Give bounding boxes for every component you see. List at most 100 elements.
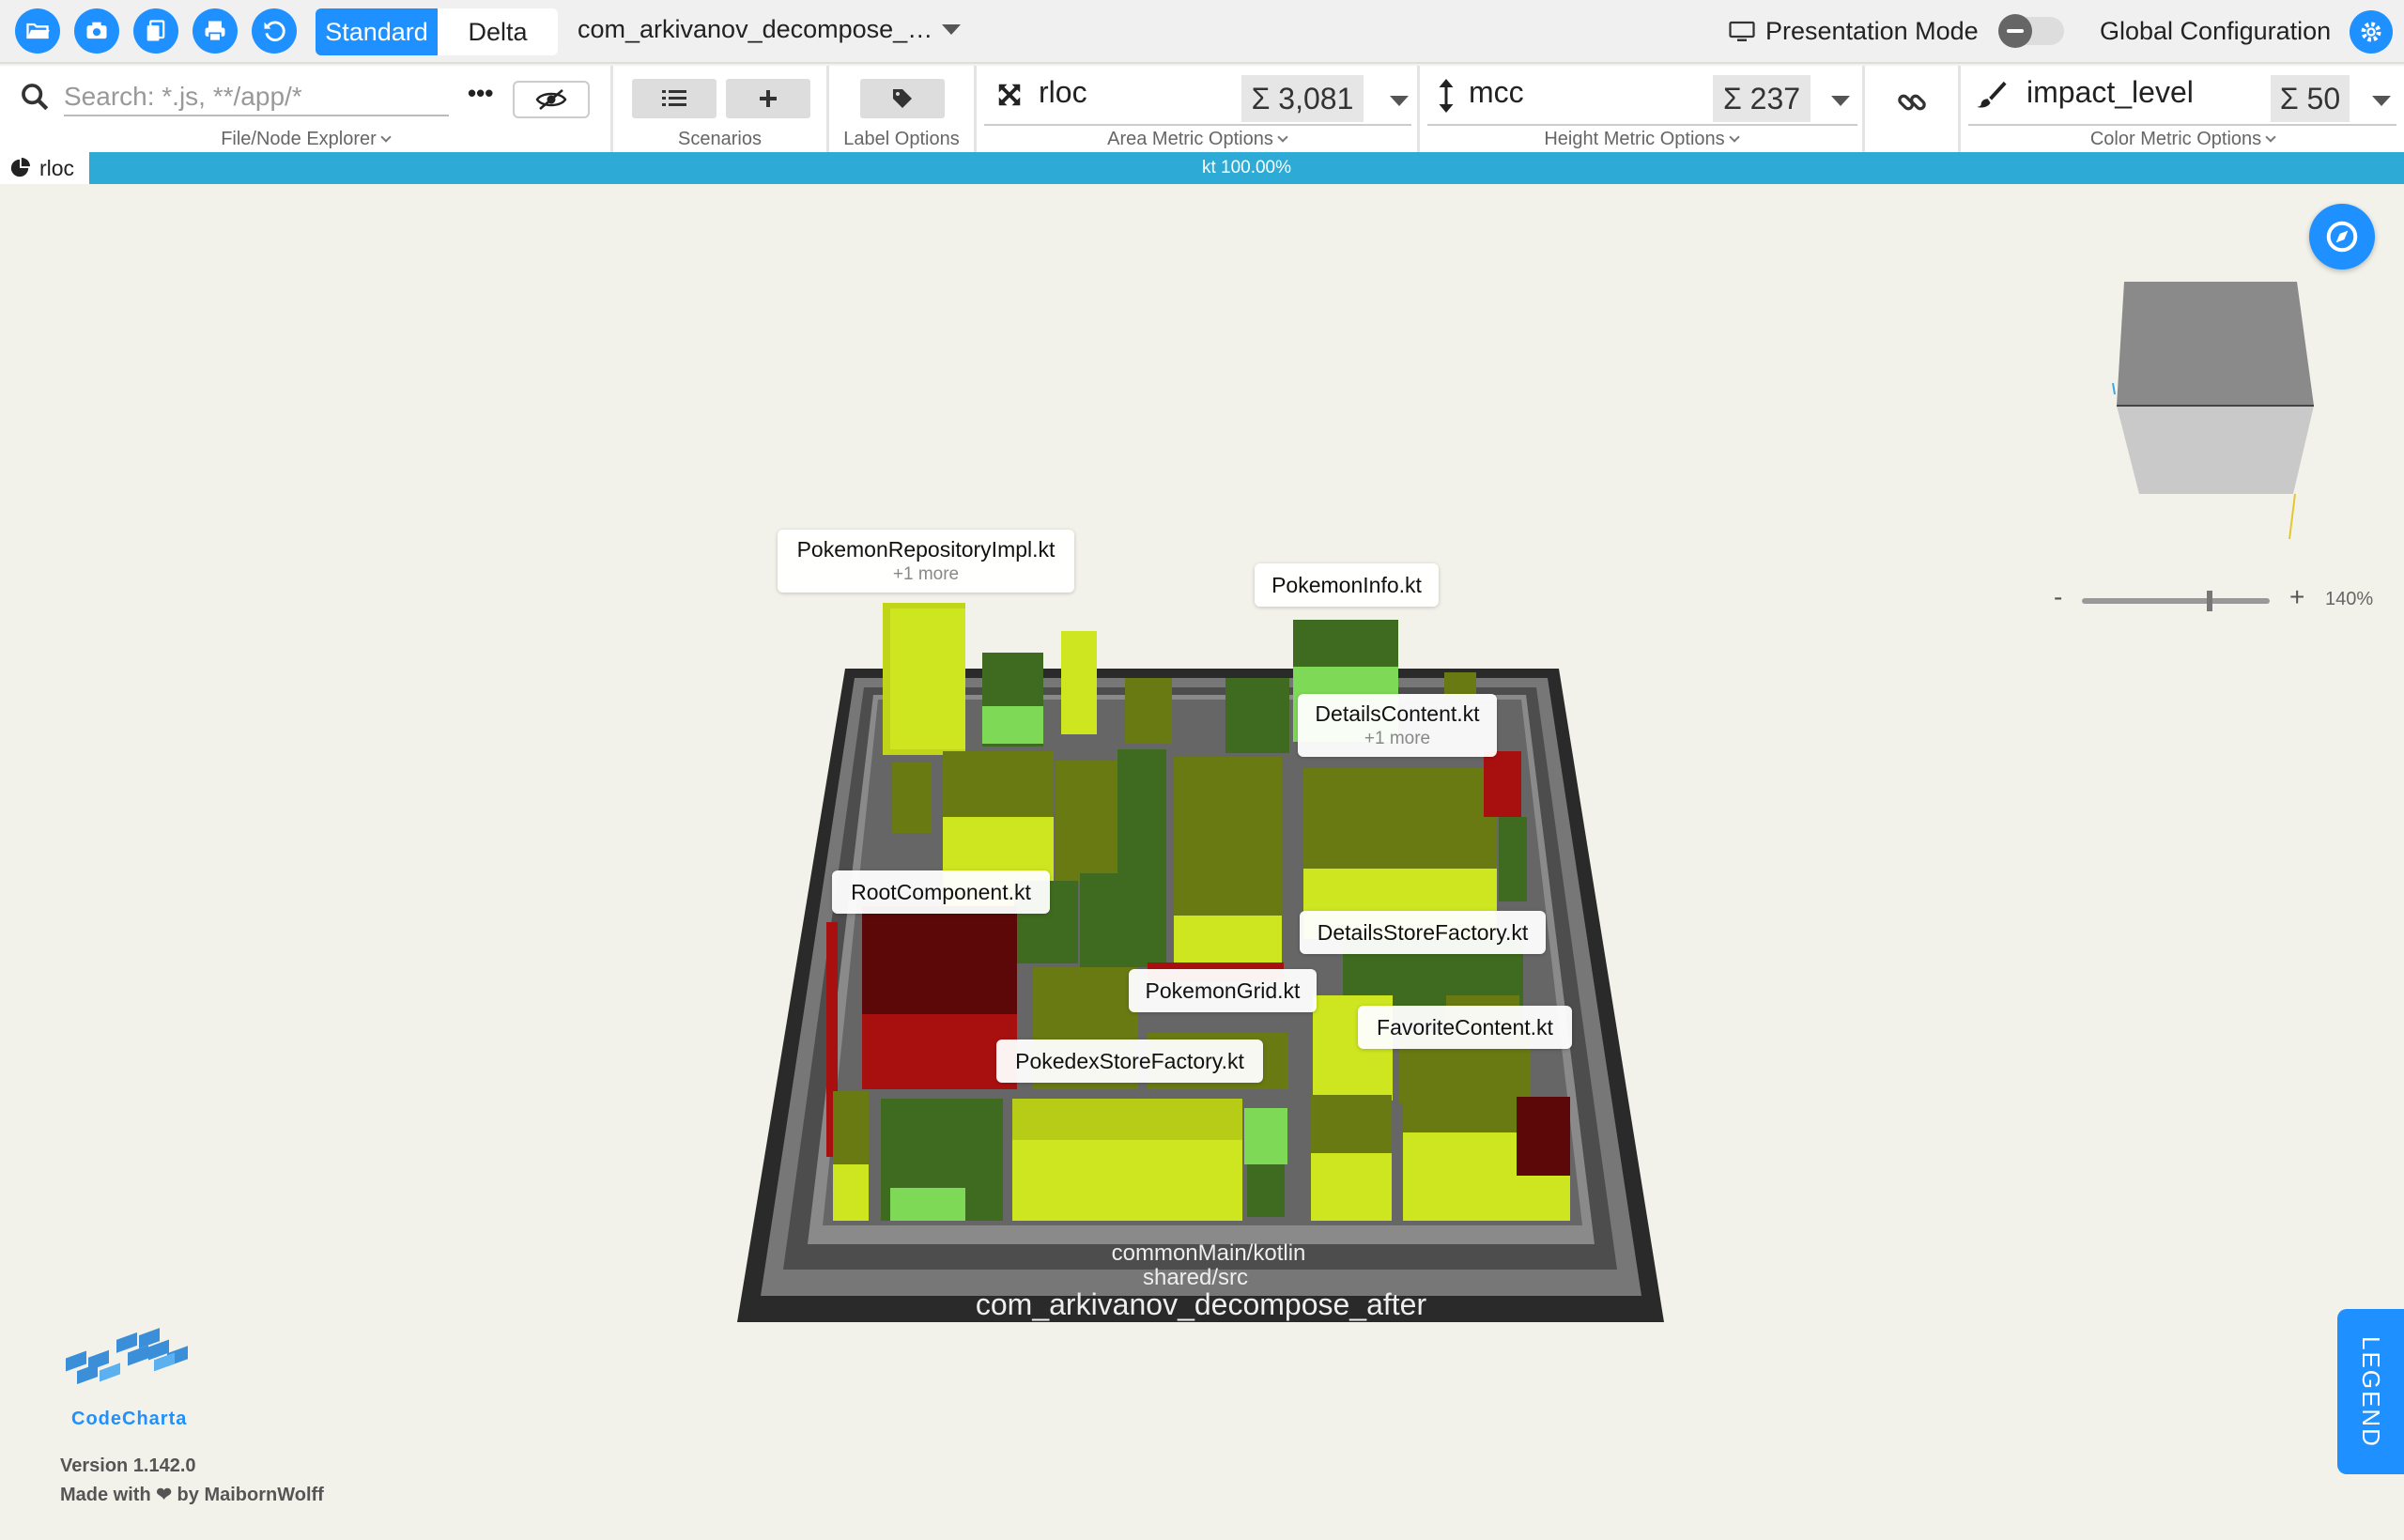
legend-tab[interactable]: LEGEND — [2337, 1309, 2404, 1474]
code-map-canvas: commonMain/kotlin shared/src com_arkivan… — [737, 282, 2314, 1322]
copy-icon[interactable] — [133, 8, 178, 54]
map-label-text: PokemonInfo.kt — [1271, 572, 1422, 597]
map-label-text: PokemonRepositoryImpl.kt — [796, 537, 1056, 562]
list-icon — [662, 90, 686, 106]
file-node-explorer-section: ••• File/Node Explorer — [0, 66, 613, 152]
area-metric-sum: Σ 3,081 — [1241, 75, 1364, 122]
standard-mode-button[interactable]: Standard — [316, 8, 438, 55]
search-input[interactable] — [64, 79, 449, 116]
color-metric-select[interactable]: impact_level — [2026, 75, 2194, 110]
chevron-down-icon — [942, 24, 962, 35]
scenarios-label: Scenarios — [678, 129, 762, 149]
color-metric-section: impact_level Σ 50 Color Metric Options — [1961, 66, 2404, 152]
file-explorer-toggle[interactable]: File/Node Explorer — [0, 129, 610, 150]
map-label-root-component[interactable]: RootComponent.kt — [832, 870, 1050, 914]
area-metric-dropdown-icon[interactable] — [1390, 96, 1409, 106]
map-label-text: RootComponent.kt — [851, 879, 1031, 904]
link-metrics-section — [1865, 66, 1961, 152]
more-options-icon[interactable]: ••• — [468, 79, 493, 108]
map-label-favorite-content[interactable]: FavoriteContent.kt — [1358, 1006, 1572, 1049]
map-label-text: PokedexStoreFactory.kt — [1015, 1048, 1244, 1073]
color-metric-options-label: Color Metric Options — [2089, 129, 2262, 149]
area-metric-options-toggle[interactable]: Area Metric Options — [977, 129, 1417, 150]
area-metric-options-label: Area Metric Options — [1107, 129, 1273, 149]
area-metric-section: rloc Σ 3,081 Area Metric Options — [977, 66, 1420, 152]
file-tab[interactable]: rloc — [0, 152, 89, 184]
map-label-text: FavoriteContent.kt — [1377, 1014, 1553, 1040]
map-label-text: DetailsStoreFactory.kt — [1317, 919, 1529, 945]
map-label-details-content[interactable]: DetailsContent.kt +1 more — [1298, 694, 1497, 757]
file-tab-label: rloc — [39, 155, 75, 180]
paint-brush-icon — [1977, 81, 2007, 108]
height-metric-section: mcc Σ 237 Height Metric Options — [1420, 66, 1865, 152]
delta-mode-button[interactable]: Delta — [438, 8, 558, 55]
building — [1061, 631, 1097, 734]
presentation-mode: Presentation Mode — [1728, 17, 1979, 46]
building — [883, 603, 965, 755]
camera-icon[interactable] — [74, 8, 119, 54]
file-selector[interactable]: com_arkivanov_decompose_… — [578, 15, 962, 44]
monitor-icon — [1729, 21, 1755, 41]
add-scenario-button[interactable] — [726, 79, 810, 118]
map-label-more: +1 more — [892, 564, 960, 584]
zoom-slider-thumb[interactable] — [2207, 591, 2212, 611]
file-extension-bar-text: kt 100.00% — [1201, 158, 1292, 177]
zoom-in-button[interactable]: + — [2289, 582, 2304, 612]
made-with-text: Made with ❤ by MaibornWolff — [60, 1485, 324, 1505]
pie-chart-icon — [10, 158, 30, 177]
label-options-section: Label Options — [829, 66, 977, 152]
presentation-mode-switch[interactable] — [1998, 14, 2064, 48]
height-metric-dropdown-icon[interactable] — [1831, 96, 1850, 106]
file-explorer-label: File/Node Explorer — [221, 129, 377, 149]
map-label-text: DetailsContent.kt — [1315, 701, 1480, 726]
hide-flattened-button[interactable] — [513, 81, 590, 118]
app-name: CodeCharta — [71, 1409, 188, 1429]
mode-toggle: Standard Delta — [316, 8, 558, 55]
map-label-details-store-factory[interactable]: DetailsStoreFactory.kt — [1300, 911, 1546, 954]
reset-camera-button[interactable] — [2309, 204, 2375, 270]
building — [982, 653, 1043, 747]
folder-label-root: com_arkivanov_decompose_after — [976, 1287, 1427, 1321]
global-configuration-link[interactable]: Global Configuration — [2100, 17, 2331, 46]
map-label-pokemon-info[interactable]: PokemonInfo.kt — [1255, 563, 1439, 607]
map-label-text: PokemonGrid.kt — [1145, 978, 1301, 1003]
building — [1403, 1059, 1519, 1221]
building — [1012, 1099, 1242, 1221]
vertical-arrows-icon — [1439, 79, 1454, 113]
zoom-slider[interactable] — [2082, 591, 2270, 611]
building — [862, 906, 1017, 1089]
map-label-pokemon-repository-impl[interactable]: PokemonRepositoryImpl.kt +1 more — [778, 530, 1074, 593]
label-options-button[interactable] — [860, 79, 945, 118]
legend-tab-label: LEGEND — [2357, 1335, 2386, 1448]
plus-icon — [760, 90, 777, 107]
height-metric-options-toggle[interactable]: Height Metric Options — [1420, 129, 1862, 150]
scenarios-section: Scenarios — [613, 66, 829, 152]
building — [1174, 757, 1282, 963]
top-toolbar: Standard Delta com_arkivanov_decompose_…… — [0, 0, 2404, 64]
codecharta-logo-icon — [66, 1328, 188, 1385]
map-label-pokemon-grid[interactable]: PokemonGrid.kt — [1129, 969, 1317, 1012]
zoom-out-button[interactable]: - — [2054, 582, 2062, 612]
eye-slash-icon — [535, 89, 567, 110]
presentation-mode-label: Presentation Mode — [1765, 17, 1979, 45]
expand-arrows-icon — [998, 84, 1021, 106]
reset-icon[interactable] — [252, 8, 297, 54]
print-icon[interactable] — [193, 8, 238, 54]
label-options-label: Label Options — [843, 129, 960, 149]
map-label-more: +1 more — [1364, 729, 1431, 748]
folder-open-icon[interactable] — [15, 8, 60, 54]
building — [881, 1099, 1003, 1221]
search-icon — [22, 84, 49, 111]
zoom-value: 140% — [2325, 589, 2374, 609]
link-icon[interactable] — [1896, 86, 1928, 118]
map-label-pokedex-store-factory[interactable]: PokedexStoreFactory.kt — [996, 1040, 1263, 1083]
tag-icon — [893, 89, 912, 108]
file-extension-bar: kt 100.00% — [89, 152, 2404, 184]
height-metric-select[interactable]: mcc — [1469, 75, 1524, 110]
color-metric-options-toggle[interactable]: Color Metric Options — [1961, 129, 2404, 150]
gear-icon[interactable] — [2350, 10, 2393, 54]
color-metric-dropdown-icon[interactable] — [2372, 96, 2391, 106]
area-metric-select[interactable]: rloc — [1039, 75, 1087, 110]
scenario-list-button[interactable] — [632, 79, 717, 118]
compass-icon — [2326, 221, 2358, 253]
